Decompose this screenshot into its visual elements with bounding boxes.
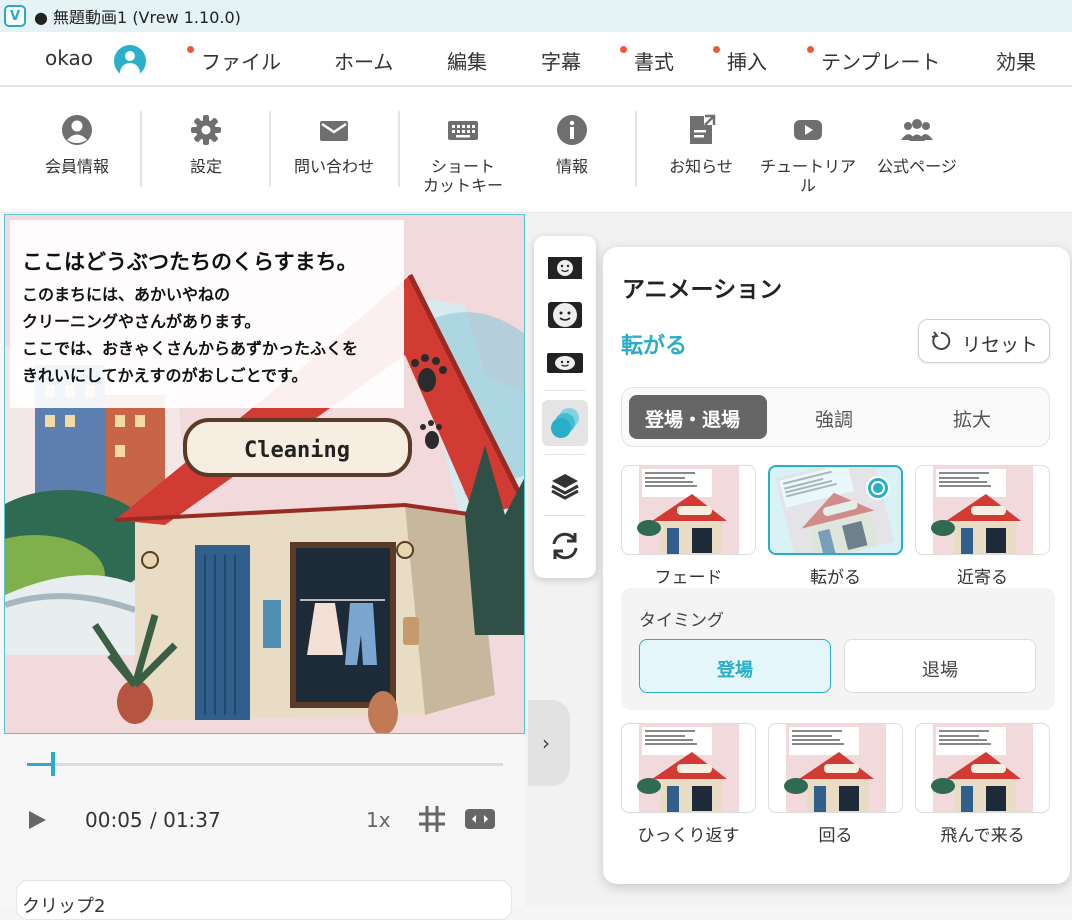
- effect-preview-image: [931, 466, 1033, 554]
- effect-preview-image: [637, 466, 739, 554]
- timing-enter-label: 登場: [717, 660, 753, 681]
- chevron-right-icon: ›: [542, 731, 550, 755]
- contact-button[interactable]: 問い合わせ: [279, 113, 389, 176]
- notice-dot-icon: [620, 46, 627, 53]
- menu-file[interactable]: ファイル: [187, 46, 281, 75]
- radio-dot: [871, 481, 885, 495]
- seek-handle[interactable]: [51, 752, 55, 776]
- menu-effects[interactable]: 効果: [996, 46, 1036, 75]
- tab-emphasis[interactable]: 強調: [815, 405, 853, 432]
- shortcut-key-button[interactable]: ショート カットキー: [408, 113, 518, 195]
- panel-title: アニメーション: [622, 277, 783, 303]
- reset-rotate-icon: [931, 331, 951, 350]
- grid-icon[interactable]: [418, 805, 446, 833]
- effect-label: 近寄る: [957, 568, 1008, 588]
- keyboard-icon: [448, 121, 478, 140]
- face-frame-wide-icon: [547, 353, 583, 373]
- mail-icon: [320, 121, 348, 141]
- face-frame-small-button[interactable]: [542, 245, 588, 291]
- caption-line: クリーニングやさんがあります。: [22, 312, 261, 331]
- toolbar-divider: [269, 111, 271, 187]
- seek-bar[interactable]: [27, 763, 503, 766]
- toolbar-divider: [398, 111, 400, 187]
- news-button[interactable]: お知らせ: [646, 113, 756, 176]
- total-time: / 01:37: [150, 808, 221, 832]
- notice-dot-icon: [187, 46, 194, 53]
- caption-title: ここはどうぶつたちのくらすまち。: [22, 250, 358, 274]
- tutorial-button[interactable]: チュートリアル: [753, 113, 863, 195]
- effect-thumbnail[interactable]: [768, 723, 903, 813]
- refresh-icon: [552, 532, 578, 560]
- people-group-icon: [901, 119, 933, 141]
- effect-preview-image: [931, 724, 1033, 812]
- side-toolbar-divider: [544, 454, 586, 455]
- aspect-ratio-icon[interactable]: [464, 808, 496, 830]
- animation-circles-icon: [551, 408, 579, 438]
- toolbar-divider: [635, 111, 637, 187]
- current-time: 00:05: [85, 808, 143, 832]
- cleaning-sign-text: Cleaning: [244, 438, 350, 463]
- face-frame-medium-button[interactable]: [542, 292, 588, 338]
- side-toolbar-divider: [544, 390, 586, 391]
- caption-line: きれいにしてかえすのがおしごとです。: [22, 366, 308, 385]
- effect-label: フェード: [654, 568, 723, 588]
- account-circle-icon: [62, 115, 92, 145]
- user-name[interactable]: okao: [45, 46, 93, 70]
- effect-label: ひっくり返す: [637, 826, 740, 846]
- menubar: okao ファイル ホーム 編集 字幕 書式 挿入 テンプレート 効果: [0, 32, 1072, 87]
- effect-thumbnail[interactable]: [915, 723, 1050, 813]
- gear-icon: [191, 115, 221, 145]
- side-toolbar-divider: [544, 515, 586, 516]
- official-page-button[interactable]: 公式ページ: [862, 113, 972, 176]
- face-frame-medium-icon: [548, 302, 582, 328]
- notice-dot-icon: [713, 46, 720, 53]
- vrew-logo-icon: V: [4, 5, 26, 27]
- seek-bar-progress: [27, 763, 51, 766]
- effect-label: 飛んで来る: [940, 826, 1025, 846]
- video-play-icon: [794, 120, 822, 140]
- info-button[interactable]: 情報: [517, 113, 627, 176]
- settings-button[interactable]: 設定: [151, 113, 261, 176]
- effect-label: 回る: [818, 826, 853, 846]
- menu-template[interactable]: テンプレート: [807, 46, 940, 75]
- clip-label: クリップ2: [22, 896, 106, 917]
- effect-thumbnail[interactable]: [621, 723, 756, 813]
- caption-line: ここでは、おきゃくさんからあずかったふくを: [22, 339, 359, 358]
- window-title: ● 無題動画1 (Vrew 1.10.0): [34, 8, 241, 27]
- member-info-button[interactable]: 会員情報: [22, 113, 132, 176]
- effect-preview-image: [784, 724, 886, 812]
- refresh-button[interactable]: [542, 523, 588, 569]
- timing-title: タイミング: [639, 611, 724, 631]
- effect-thumbnail[interactable]: [621, 465, 756, 555]
- tab-enter-exit[interactable]: 登場・退場: [645, 405, 740, 432]
- effect-thumbnail[interactable]: [915, 465, 1050, 555]
- tab-zoom[interactable]: 拡大: [953, 405, 991, 432]
- user-avatar-icon[interactable]: [114, 45, 146, 77]
- selected-effect-name: 転がる: [621, 334, 688, 359]
- playback-speed-button[interactable]: 1x: [366, 808, 391, 832]
- play-icon[interactable]: [26, 809, 48, 831]
- menu-insert[interactable]: 挿入: [713, 46, 767, 75]
- animation-button[interactable]: [542, 400, 588, 446]
- info-icon: [557, 115, 587, 145]
- menu-edit[interactable]: 編集: [447, 46, 487, 75]
- menu-home[interactable]: ホーム: [334, 46, 393, 75]
- effect-preview-image: [637, 724, 739, 812]
- toolbar-divider: [140, 111, 142, 187]
- reset-label: リセット: [962, 334, 1039, 356]
- face-frame-wide-button[interactable]: [542, 340, 588, 386]
- layers-icon: [551, 474, 579, 500]
- layers-button[interactable]: [542, 463, 588, 509]
- home-toolbar: 会員情報 設定 問い合わせ ショート カットキー 情報 お知らせ チュートリアル …: [0, 87, 1072, 213]
- face-frame-small-icon: [548, 257, 582, 279]
- effect-label: 転がる: [810, 568, 861, 588]
- news-open-icon: [690, 114, 716, 144]
- caption-line: このまちには、あかいやねの: [22, 285, 231, 304]
- menu-subtitle[interactable]: 字幕: [541, 46, 581, 75]
- menu-format[interactable]: 書式: [620, 46, 674, 75]
- timing-exit-label: 退場: [922, 660, 958, 681]
- notice-dot-icon: [807, 46, 814, 53]
- window-titlebar: V ● 無題動画1 (Vrew 1.10.0): [0, 0, 1072, 32]
